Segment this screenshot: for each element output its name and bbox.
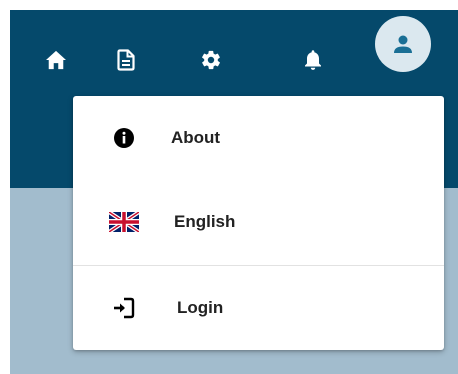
settings-button[interactable] [191, 40, 231, 80]
menu-item-language[interactable]: English [73, 180, 444, 264]
uk-flag-icon [109, 207, 139, 237]
notifications-button[interactable] [293, 40, 333, 80]
menu-item-label: English [174, 212, 236, 231]
menu-item-about[interactable]: About [73, 96, 444, 180]
home-button[interactable] [36, 40, 76, 80]
user-dropdown-menu: About English Login [73, 96, 444, 350]
menu-item-login[interactable]: Login [73, 266, 444, 350]
documents-button[interactable] [106, 40, 146, 80]
user-account-button[interactable] [375, 16, 431, 72]
info-icon [109, 123, 139, 153]
document-icon [117, 49, 135, 71]
login-icon [109, 293, 139, 323]
bell-icon [305, 50, 321, 70]
user-icon [394, 35, 412, 53]
gear-icon [202, 50, 220, 70]
menu-item-label: About [171, 128, 221, 147]
home-icon [46, 50, 66, 70]
menu-item-label: Login [177, 298, 224, 317]
